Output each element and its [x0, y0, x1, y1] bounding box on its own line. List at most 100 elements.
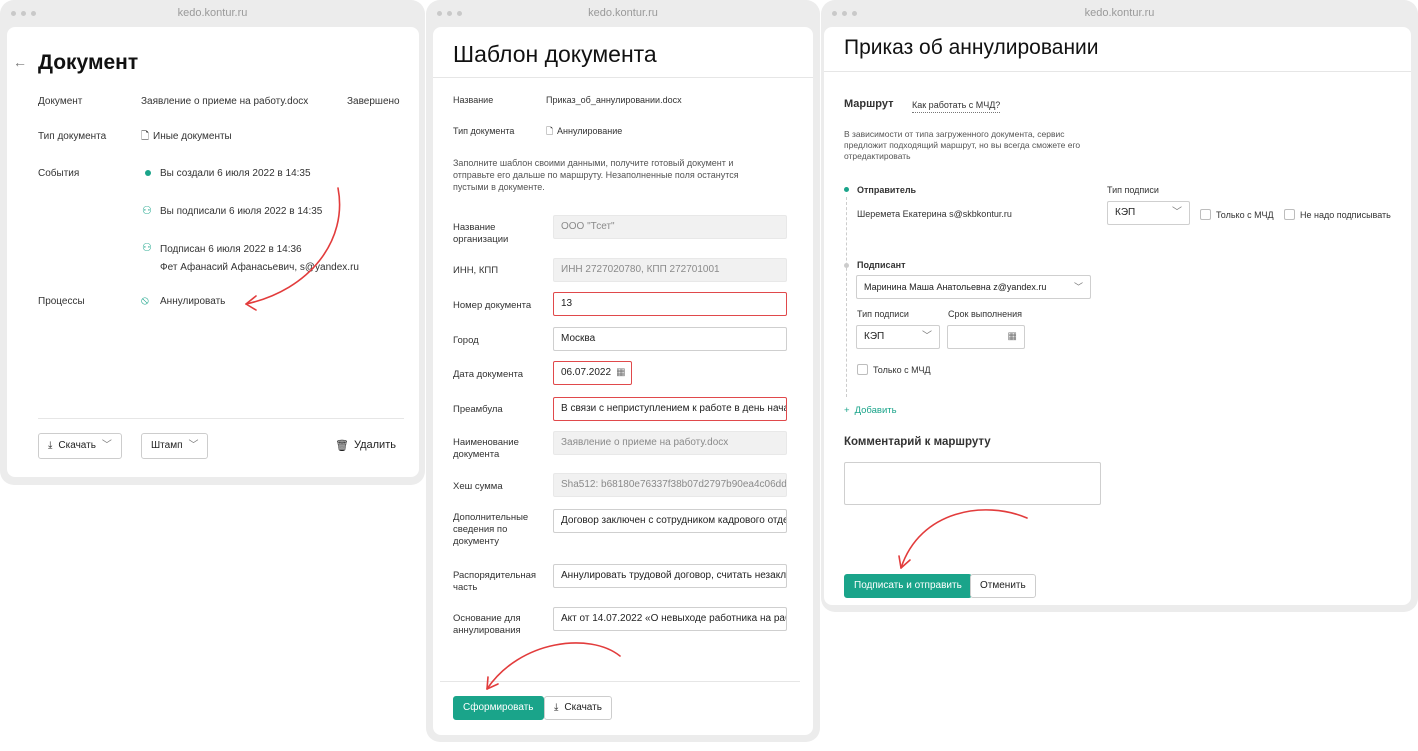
doc-status: Завершено [347, 96, 400, 107]
inn-kpp-input[interactable]: ИНН 2727020780, КПП 272701001 [553, 258, 787, 282]
chevron-down-icon: ﹀ [922, 331, 932, 342]
download-label: Скачать [58, 440, 96, 451]
org-name-input[interactable]: ООО "Тсет" [553, 215, 787, 239]
browser-window-template: kedo.kontur.ru Шаблон документа Название… [426, 0, 820, 742]
only-mchd-checkbox[interactable] [1200, 209, 1211, 220]
signer-label: Подписант [857, 260, 906, 270]
sign-and-send-button[interactable]: Подписать и отправить [844, 574, 972, 598]
event-item: Вы создали 6 июля 2022 в 14:35 [160, 168, 311, 179]
template-page: Шаблон документа Название Приказ_об_анну… [433, 27, 813, 735]
events-label: События [38, 168, 80, 179]
order-part-input[interactable]: Аннулировать трудовой договор, считать н… [553, 564, 787, 588]
event-item: Подписан 6 июля 2022 в 14:36 [160, 244, 302, 255]
form-button[interactable]: Сформировать [453, 696, 544, 720]
field-label: Распорядительная часть [453, 570, 537, 593]
sign-type-value: КЭП [1115, 207, 1136, 218]
trash-icon: 🗑 [335, 440, 349, 452]
download-button[interactable]: ⤓ Скачать [544, 696, 612, 720]
comment-textarea[interactable] [844, 462, 1101, 505]
document-icon: 🗋 [546, 126, 554, 136]
document-icon: 🗋 [141, 131, 150, 142]
date-value: 06.07.2022 [561, 367, 612, 378]
event-item: Вы подписали 6 июля 2022 в 14:35 [160, 206, 323, 217]
signature-icon: ⚇ [142, 242, 152, 254]
comment-label: Комментарий к маршруту [844, 436, 991, 448]
hash-input[interactable]: Sha512: b68180e76337f38b07d2797b90ea4c06… [553, 473, 787, 497]
signer-type-select[interactable]: КЭП ﹀ [856, 325, 940, 349]
stamp-label: Штамп [151, 440, 183, 451]
address-bar[interactable]: kedo.kontur.ru [821, 7, 1418, 19]
field-label: Дополнительные сведения по документу [453, 512, 529, 547]
divider [38, 418, 404, 419]
field-label: Город [453, 335, 479, 346]
city-input[interactable]: Москва [553, 327, 787, 351]
browser-titlebar: kedo.kontur.ru [0, 0, 425, 27]
divider [433, 77, 813, 78]
delete-button[interactable]: 🗑 Удалить [335, 439, 396, 452]
field-label: Хеш сумма [453, 481, 503, 492]
mchd-help-link[interactable]: Как работать с МЧД? [912, 99, 1001, 113]
chevron-down-icon: ﹀ [1172, 207, 1182, 218]
route-dot-icon [844, 263, 849, 268]
field-label: Номер документа [453, 300, 532, 311]
signer-value: Маринина Маша Анатольевна z@yandex.ru [864, 282, 1047, 292]
sender-value: Шеремета Екатерина s@skbkontur.ru [857, 209, 1012, 219]
sender-label: Отправитель [857, 185, 917, 195]
stamp-dropdown-button[interactable]: Штамп ﹀ [141, 433, 209, 459]
deadline-input[interactable]: ▦ [947, 325, 1025, 349]
signer-only-mchd-label: Только с МЧД [873, 365, 931, 375]
name-label: Название [453, 95, 494, 105]
chevron-down-icon: ﹀ [188, 440, 199, 451]
doc-value[interactable]: Заявление о приеме на работу.docx [141, 95, 308, 108]
calendar-icon[interactable]: ▦ [616, 362, 625, 384]
calendar-icon[interactable]: ▦ [1008, 331, 1017, 342]
only-mchd-label: Только с МЧД [1216, 210, 1274, 220]
order-page: Приказ об аннулировании Маршрут Как рабо… [824, 27, 1411, 605]
field-label: Дата документа [453, 369, 523, 380]
address-bar[interactable]: kedo.kontur.ru [0, 7, 425, 19]
event-sub: Фет Афанасий Афанасьевич, s@yandex.ru [160, 262, 359, 273]
signer-type-label: Тип подписи [857, 309, 909, 319]
field-label: Преамбула [453, 404, 503, 415]
signer-type-value: КЭП [864, 331, 885, 342]
annul-link[interactable]: Аннулировать [160, 295, 225, 308]
signer-only-mchd-checkbox[interactable] [857, 364, 868, 375]
download-dropdown-button[interactable]: ⤓ Скачать ﹀ [38, 433, 122, 459]
field-label: Наименование документа [453, 437, 519, 460]
reason-input[interactable]: Акт от 14.07.2022 «О невыходе работника … [553, 607, 787, 631]
field-label: Название организации [453, 222, 509, 245]
divider [440, 681, 800, 682]
signature-icon: ⚇ [142, 205, 152, 217]
delete-label: Удалить [353, 439, 396, 451]
browser-window-order: kedo.kontur.ru Приказ об аннулировании М… [821, 0, 1418, 612]
type-label: Тип документа [453, 126, 515, 136]
divider [824, 71, 1411, 72]
signer-select[interactable]: Маринина Маша Анатольевна z@yandex.ru ﹀ [856, 275, 1091, 299]
browser-window-document: kedo.kontur.ru ← Документ Документ Заявл… [0, 0, 425, 485]
cancel-button[interactable]: Отменить [970, 574, 1036, 598]
date-input[interactable]: 06.07.2022 ▦ [553, 361, 632, 385]
doc-type-value: Иные документы [153, 131, 232, 142]
doc-number-input[interactable]: 13 [553, 292, 787, 316]
type-value: Аннулирование [557, 126, 623, 136]
sign-type-select[interactable]: КЭП ﹀ [1107, 201, 1190, 225]
browser-titlebar: kedo.kontur.ru [821, 0, 1418, 27]
preamble-input[interactable]: В связи с неприступлением к работе в ден… [553, 397, 787, 421]
route-label: Маршрут [844, 98, 894, 110]
no-sign-checkbox[interactable] [1284, 209, 1295, 220]
event-dot-icon [145, 170, 151, 176]
doc-type-label: Тип документа [38, 131, 107, 142]
address-bar[interactable]: kedo.kontur.ru [426, 7, 820, 19]
chevron-down-icon: ﹀ [101, 440, 112, 451]
no-sign-label: Не надо подписывать [1300, 210, 1391, 220]
add-route-step-button[interactable]: + Добавить [844, 405, 897, 416]
extra-info-input[interactable]: Договор заключен с сотрудником кадрового… [553, 509, 787, 533]
doc-label: Документ [38, 96, 83, 107]
route-hint: В зависимости от типа загруженного докум… [844, 129, 1081, 161]
back-arrow-icon[interactable]: ← [13, 54, 27, 70]
add-label: Добавить [854, 405, 897, 416]
deadline-label: Срок выполнения [948, 309, 1022, 319]
doc-name-input[interactable]: Заявление о приеме на работу.docx [553, 431, 787, 455]
document-page: ← Документ Документ Заявление о приеме н… [7, 27, 419, 477]
chevron-down-icon: ﹀ [1073, 282, 1083, 292]
